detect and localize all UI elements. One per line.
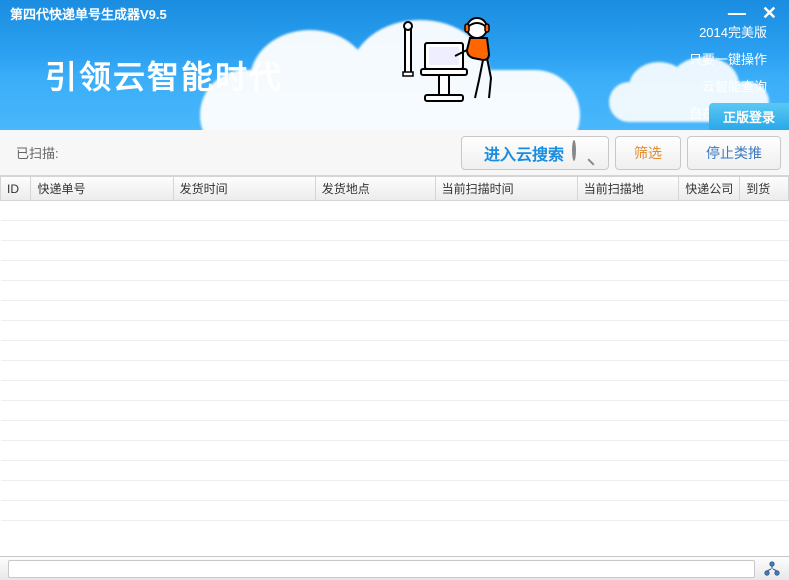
table-row[interactable] xyxy=(1,501,789,521)
table-row[interactable] xyxy=(1,481,789,501)
table-row[interactable] xyxy=(1,321,789,341)
col-id[interactable]: ID xyxy=(1,177,31,201)
button-label: 停止类推 xyxy=(706,143,762,163)
scanned-label: 已扫描: xyxy=(8,143,455,162)
col-tracking-no[interactable]: 快递单号 xyxy=(31,177,173,201)
toolbar: 已扫描: 进入云搜索 筛选 停止类推 xyxy=(0,130,789,176)
table-row[interactable] xyxy=(1,421,789,441)
app-header: 第四代快递单号生成器V9.5 — ✕ 引领云智能时代 2014完美版 只要一键操… xyxy=(0,0,789,130)
table-row[interactable] xyxy=(1,461,789,481)
col-ship-location[interactable]: 发货地点 xyxy=(315,177,435,201)
col-courier[interactable]: 快递公司 xyxy=(679,177,740,201)
col-scan-time[interactable]: 当前扫描时间 xyxy=(435,177,577,201)
banner-text: 引领云智能时代 xyxy=(45,52,283,98)
table-row[interactable] xyxy=(1,301,789,321)
col-arrived[interactable]: 到货 xyxy=(740,177,789,201)
table-header-row: ID 快递单号 发货时间 发货地点 当前扫描时间 当前扫描地 快递公司 到货 xyxy=(1,177,789,201)
col-ship-time[interactable]: 发货时间 xyxy=(173,177,315,201)
magnifier-icon xyxy=(572,142,594,164)
table-row[interactable] xyxy=(1,361,789,381)
network-icon xyxy=(763,561,781,577)
window-controls: — ✕ xyxy=(728,6,777,20)
data-table: ID 快递单号 发货时间 发货地点 当前扫描时间 当前扫描地 快递公司 到货 xyxy=(0,177,789,521)
button-label: 筛选 xyxy=(634,143,662,163)
filter-button[interactable]: 筛选 xyxy=(615,136,681,170)
stop-button[interactable]: 停止类推 xyxy=(687,136,781,170)
status-input[interactable] xyxy=(8,560,755,578)
close-button[interactable]: ✕ xyxy=(762,6,777,20)
table-body xyxy=(1,201,789,521)
button-label: 进入云搜索 xyxy=(484,141,564,165)
table-row[interactable] xyxy=(1,401,789,421)
login-button[interactable]: 正版登录 xyxy=(709,103,789,130)
table-row[interactable] xyxy=(1,221,789,241)
table-row[interactable] xyxy=(1,341,789,361)
table-row[interactable] xyxy=(1,441,789,461)
table-row[interactable] xyxy=(1,201,789,221)
feature-item: 只要一键操作 xyxy=(689,49,767,68)
table-row[interactable] xyxy=(1,261,789,281)
col-scan-location[interactable]: 当前扫描地 xyxy=(577,177,679,201)
status-bar xyxy=(0,556,789,580)
mascot-illustration xyxy=(395,8,505,113)
feature-item: 2014完美版 xyxy=(689,22,767,41)
cloud-search-button[interactable]: 进入云搜索 xyxy=(461,136,609,170)
app-title: 第四代快递单号生成器V9.5 xyxy=(10,4,167,23)
table-row[interactable] xyxy=(1,281,789,301)
feature-item: 云智能查询 xyxy=(689,76,767,95)
table-container[interactable]: ID 快递单号 发货时间 发货地点 当前扫描时间 当前扫描地 快递公司 到货 xyxy=(0,176,789,535)
table-row[interactable] xyxy=(1,241,789,261)
minimize-button[interactable]: — xyxy=(728,6,746,20)
table-row[interactable] xyxy=(1,381,789,401)
